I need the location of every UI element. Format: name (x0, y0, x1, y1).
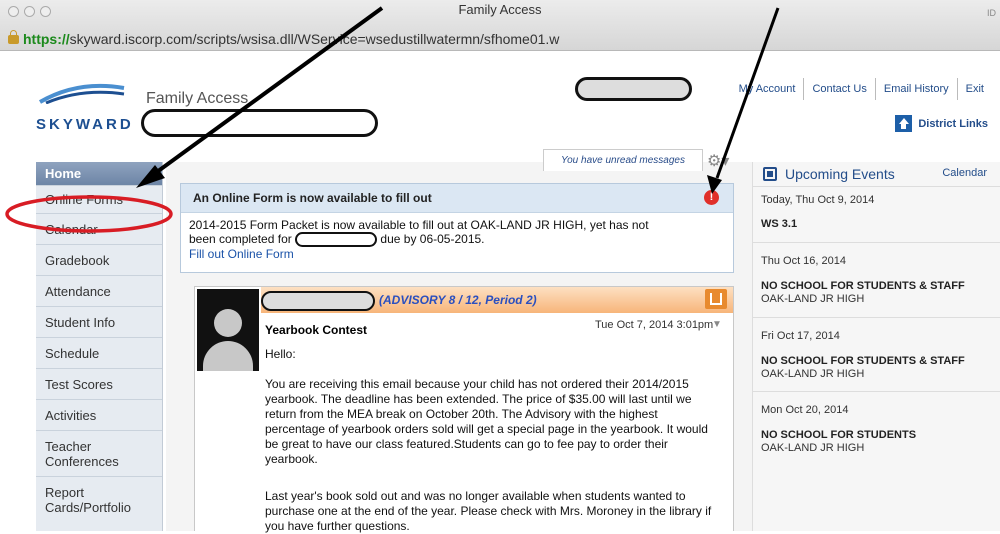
nav-teacher-conferences[interactable]: Teacher Conferences (36, 431, 162, 477)
online-form-title: An Online Form is now available to fill … (193, 191, 432, 205)
chevron-down-icon[interactable]: ▼ (709, 319, 725, 335)
event-title: NO SCHOOL FOR STUDENTS & STAFF (761, 280, 965, 292)
event-item[interactable]: Fri Oct 17, 2014 NO SCHOOL FOR STUDENTS … (753, 317, 1000, 388)
district-links-button[interactable]: District Links (895, 115, 988, 132)
event-date: Thu Oct 16, 2014 (761, 255, 846, 267)
gear-icon[interactable]: ⚙▾ (707, 151, 741, 171)
message-panel: (ADVISORY 8 / 12, Period 2) Yearbook Con… (194, 286, 734, 533)
event-item[interactable]: Mon Oct 20, 2014 NO SCHOOL FOR STUDENTS … (753, 391, 1000, 462)
message-paragraph-1: You are receiving this email because you… (265, 377, 708, 466)
sidebar-nav: Home Online Forms Calendar Gradebook Att… (36, 162, 163, 531)
window-hint: ID (987, 8, 996, 18)
event-location: OAK-LAND JR HIGH (761, 293, 865, 305)
event-date: Mon Oct 20, 2014 (761, 404, 849, 416)
online-form-text-2b: due by 06-05-2015. (380, 232, 485, 246)
url-scheme: https:// (23, 31, 70, 47)
address-bar[interactable]: https://skyward.iscorp.com/scripts/wsisa… (8, 30, 560, 47)
redacted-user-name (575, 77, 692, 101)
url-path: /scripts/wsisa.dll/WService=wsedustillwa… (192, 31, 560, 47)
event-date: Fri Oct 17, 2014 (761, 330, 840, 342)
exit-link[interactable]: Exit (956, 78, 992, 100)
unread-messages-tab[interactable]: You have unread messages (543, 149, 703, 171)
my-account-link[interactable]: My Account (731, 78, 804, 100)
window-title: Family Access (458, 2, 542, 17)
calendar-icon (763, 167, 777, 181)
nav-online-forms[interactable]: Online Forms (36, 186, 162, 214)
lock-icon (8, 30, 19, 44)
nav-report-cards[interactable]: Report Cards/Portfolio (36, 477, 162, 523)
nav-calendar[interactable]: Calendar (36, 214, 162, 245)
redacted-student-name (141, 109, 378, 137)
alert-icon: ! (704, 190, 719, 205)
browser-titlebar: Family Access ID https://skyward.iscorp.… (0, 0, 1000, 51)
event-title: WS 3.1 (761, 218, 798, 230)
app-title: Family Access (146, 90, 249, 107)
nav-schedule[interactable]: Schedule (36, 338, 162, 369)
advisory-label: (ADVISORY 8 / 12, Period 2) (379, 293, 537, 307)
event-date: Today, Thu Oct 9, 2014 (761, 194, 875, 206)
book-icon[interactable] (705, 289, 727, 309)
calendar-link[interactable]: Calendar (942, 167, 987, 179)
message-subject: Yearbook Contest (265, 323, 368, 337)
event-location: OAK-LAND JR HIGH (761, 442, 865, 454)
nav-activities[interactable]: Activities (36, 400, 162, 431)
url-host: skyward.iscorp.com (69, 31, 193, 47)
redacted-name-inline (295, 232, 378, 248)
event-title: NO SCHOOL FOR STUDENTS (761, 429, 917, 441)
avatar-icon (197, 289, 259, 371)
contact-us-link[interactable]: Contact Us (803, 78, 874, 100)
nav-attendance[interactable]: Attendance (36, 276, 162, 307)
upcoming-events-title: Upcoming Events (785, 166, 895, 182)
district-links-label: District Links (918, 117, 988, 130)
online-form-text-2a: been completed for (189, 232, 292, 246)
event-item[interactable]: Today, Thu Oct 9, 2014 WS 3.1 (753, 186, 1000, 239)
online-form-text-1: 2014-2015 Form Packet is now available t… (189, 218, 649, 232)
upcoming-events-panel: Upcoming Events Calendar Today, Thu Oct … (752, 162, 1000, 531)
fill-out-form-link[interactable]: Fill out Online Form (189, 247, 725, 261)
nav-home[interactable]: Home (36, 162, 162, 186)
event-title: NO SCHOOL FOR STUDENTS & STAFF (761, 355, 965, 367)
message-paragraph-2: Last year's book sold out and was no lon… (265, 489, 712, 533)
top-links: My Account Contact Us Email History Exit (731, 78, 992, 100)
skyward-logo-text: SKYWARD (36, 116, 134, 133)
event-location: OAK-LAND JR HIGH (761, 368, 865, 380)
online-form-panel: An Online Form is now available to fill … (180, 183, 734, 273)
nav-student-info[interactable]: Student Info (36, 307, 162, 338)
nav-gradebook[interactable]: Gradebook (36, 245, 162, 276)
message-date: Tue Oct 7, 2014 3:01pm (595, 319, 714, 331)
skyward-logo-icon (38, 83, 125, 104)
building-icon (895, 115, 913, 132)
message-greeting: Hello: (265, 347, 296, 361)
event-item[interactable]: Thu Oct 16, 2014 NO SCHOOL FOR STUDENTS … (753, 242, 1000, 313)
email-history-link[interactable]: Email History (874, 78, 957, 100)
redacted-teacher-name (261, 291, 375, 311)
nav-test-scores[interactable]: Test Scores (36, 369, 162, 400)
